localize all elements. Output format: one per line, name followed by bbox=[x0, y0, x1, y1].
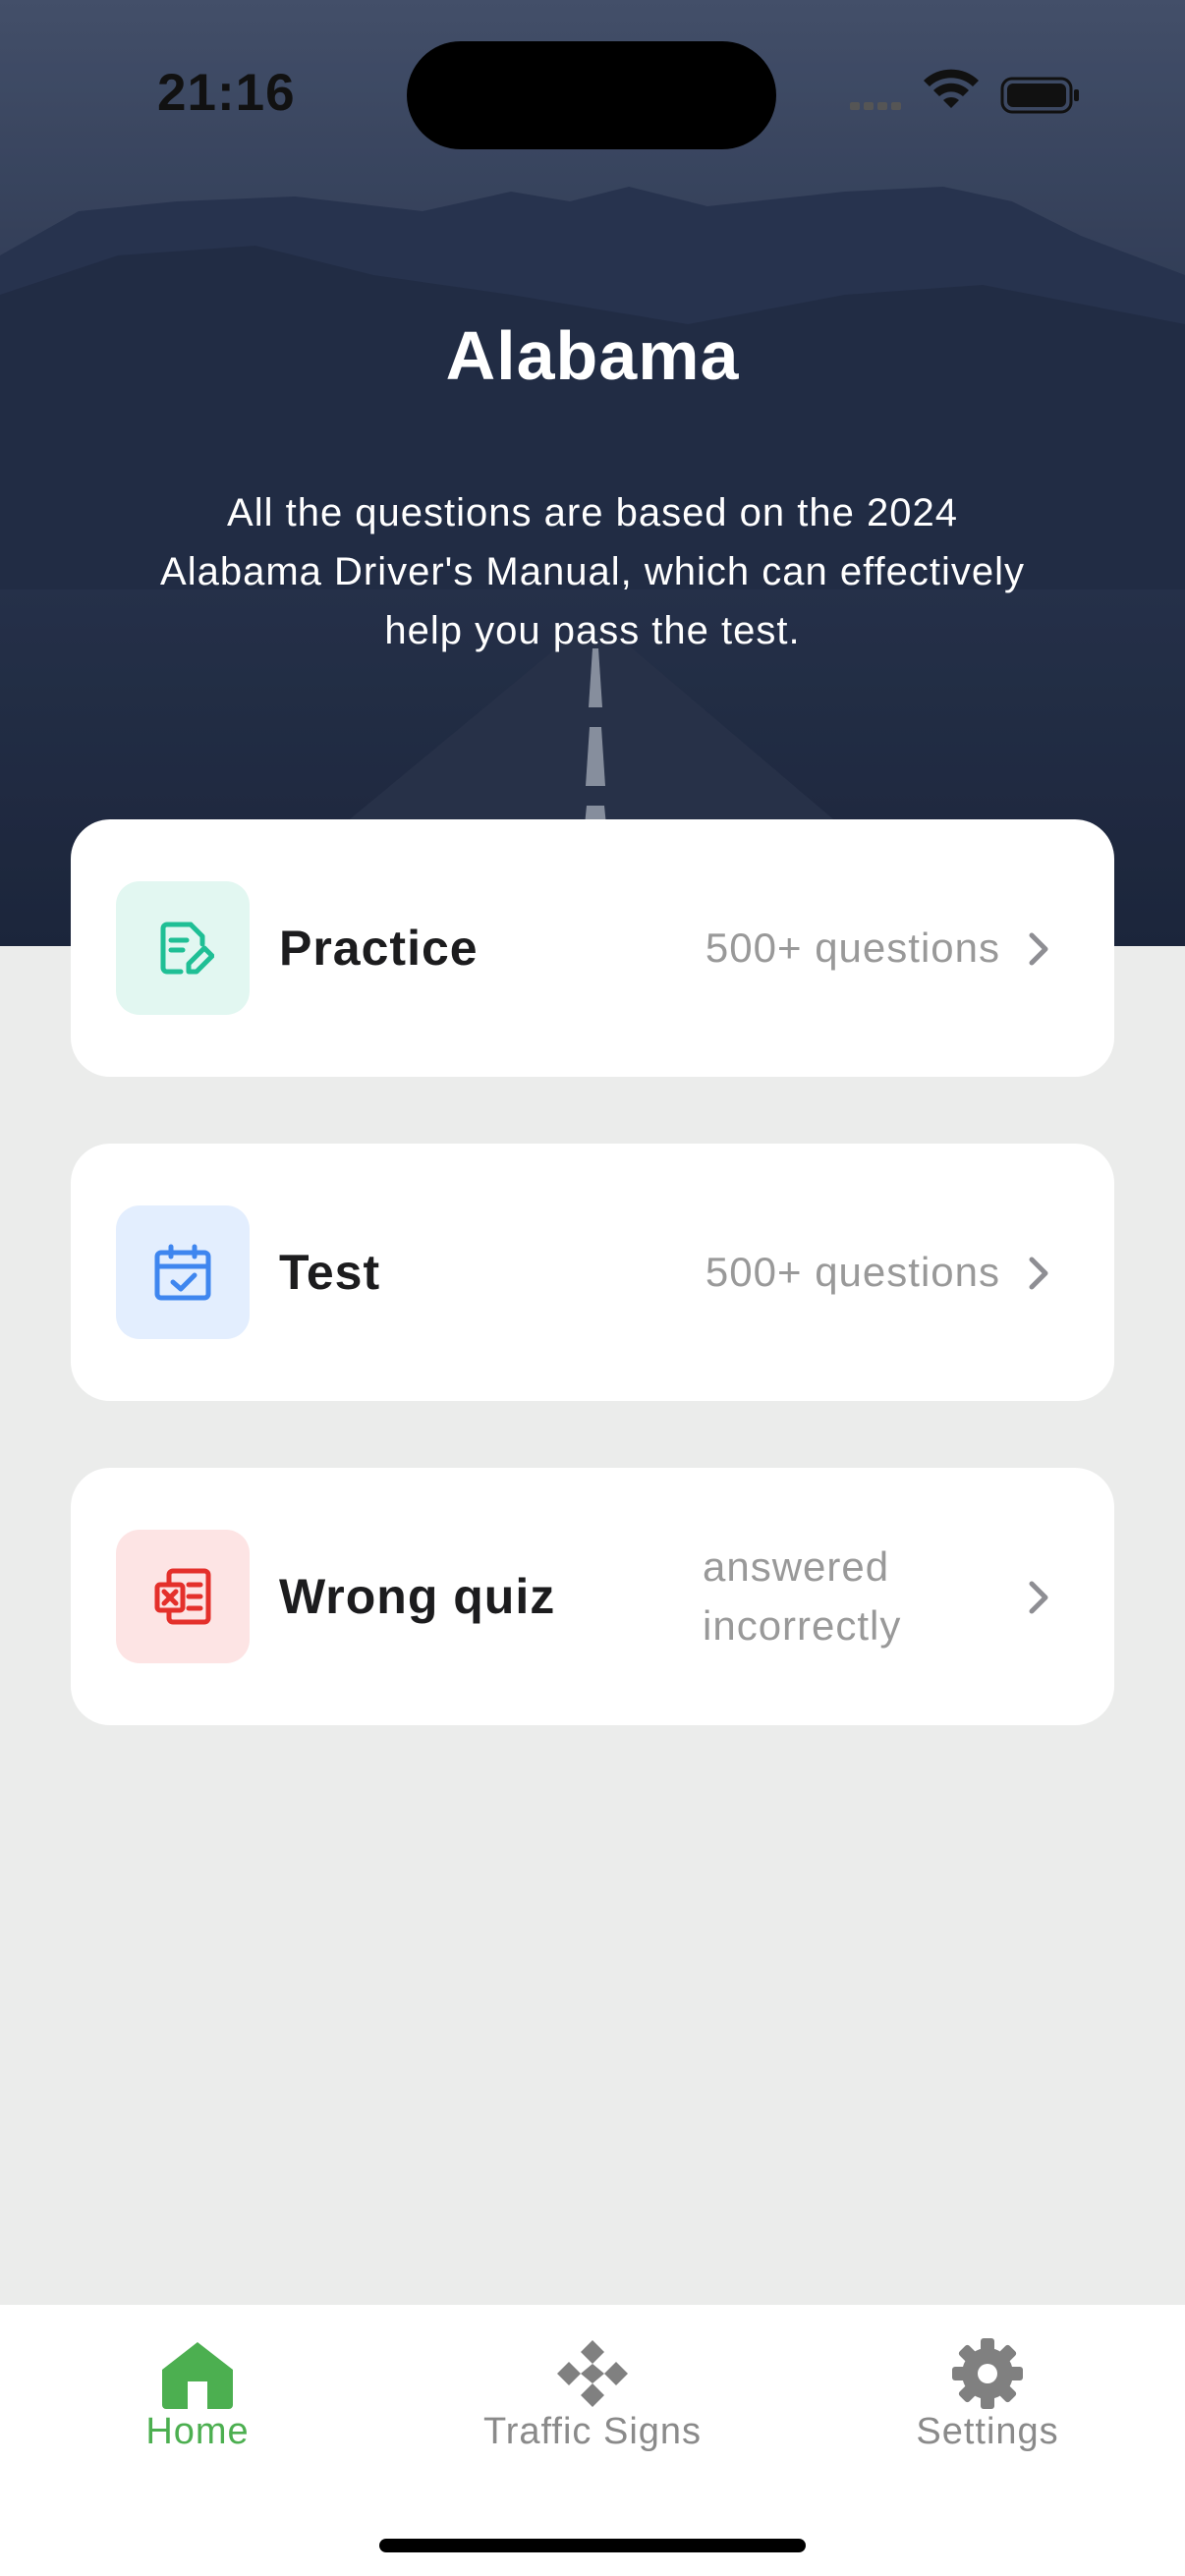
traffic-signs-icon bbox=[557, 2340, 628, 2407]
page-title: Alabama bbox=[445, 317, 740, 394]
test-label: Test bbox=[279, 1245, 381, 1300]
tab-home-label: Home bbox=[145, 2411, 250, 2452]
wrong-answer-icon bbox=[116, 1530, 250, 1663]
wrong-quiz-card[interactable]: Wrong quiz answered incorrectly bbox=[71, 1468, 1114, 1725]
document-edit-icon bbox=[116, 881, 250, 1015]
wrong-quiz-label: Wrong quiz bbox=[279, 1569, 556, 1624]
battery-icon bbox=[1000, 77, 1079, 114]
chevron-right-icon bbox=[1029, 1257, 1048, 1290]
tab-settings-label: Settings bbox=[916, 2411, 1059, 2452]
practice-label: Practice bbox=[279, 921, 479, 976]
hero-description: All the questions are based on the 2024 … bbox=[160, 491, 1025, 652]
home-icon bbox=[162, 2342, 233, 2409]
status-time: 21:16 bbox=[157, 64, 296, 122]
calendar-check-icon bbox=[116, 1205, 250, 1339]
test-count: 500+ questions bbox=[705, 1249, 1000, 1295]
wrong-quiz-meta: answered incorrectly bbox=[703, 1543, 902, 1649]
signal-icon bbox=[850, 102, 901, 110]
tab-traffic-signs-label: Traffic Signs bbox=[482, 2411, 703, 2452]
test-card[interactable]: Test 500+ questions bbox=[71, 1144, 1114, 1401]
wifi-icon bbox=[924, 69, 979, 108]
gear-icon bbox=[952, 2338, 1023, 2409]
tab-traffic-signs[interactable]: Traffic Signs bbox=[395, 2305, 790, 2501]
tab-settings[interactable]: Settings bbox=[790, 2305, 1185, 2501]
tab-home[interactable]: Home bbox=[0, 2305, 395, 2501]
chevron-right-icon bbox=[1029, 932, 1048, 966]
practice-card[interactable]: Practice 500+ questions bbox=[71, 819, 1114, 1077]
status-icons bbox=[850, 69, 1079, 114]
dynamic-island bbox=[407, 41, 776, 149]
tab-bar: Home Traffic Signs Settings bbox=[0, 2305, 1185, 2576]
chevron-right-icon bbox=[1029, 1581, 1048, 1614]
practice-count: 500+ questions bbox=[705, 924, 1000, 971]
home-indicator bbox=[379, 2539, 806, 2552]
